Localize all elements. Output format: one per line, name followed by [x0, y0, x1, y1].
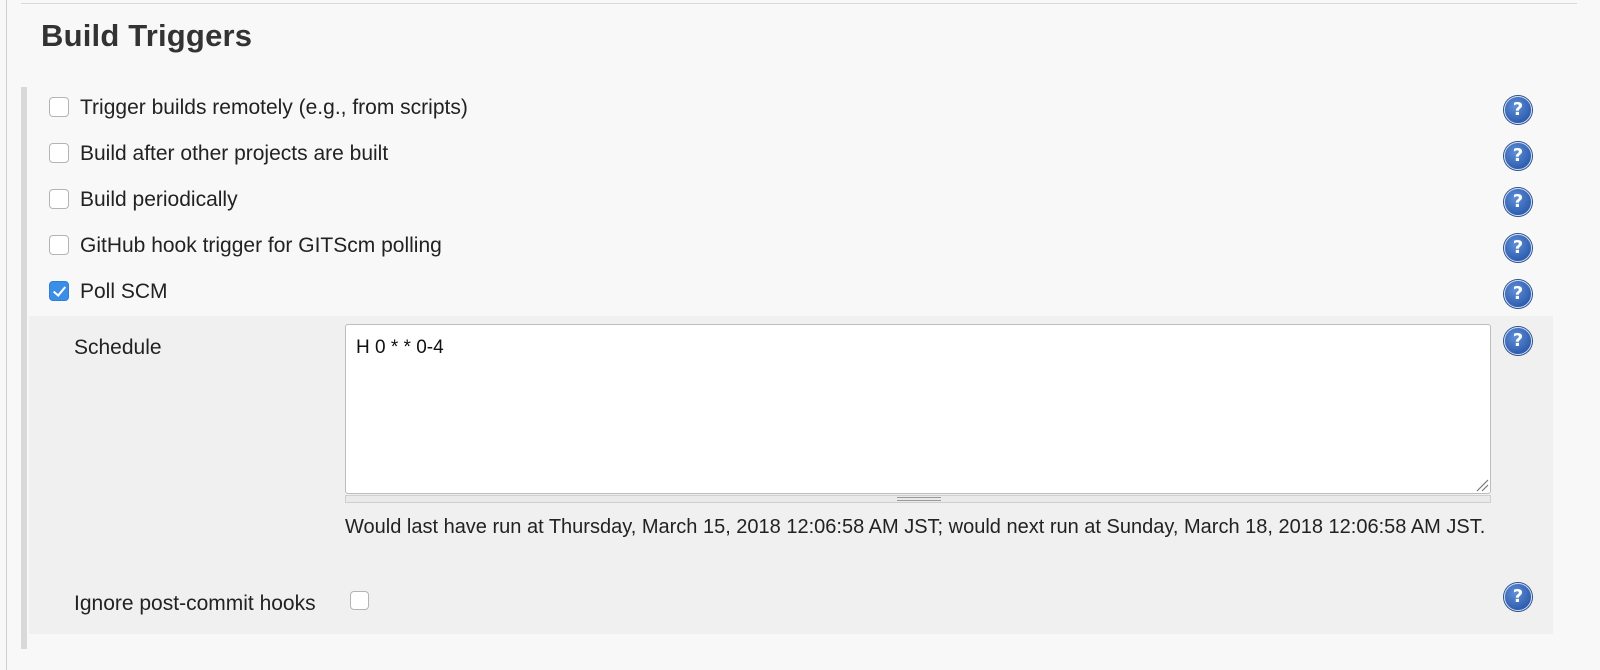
trigger-github-hook-row[interactable]: GitHub hook trigger for GITScm polling [29, 226, 1589, 264]
resize-handle-icon[interactable] [897, 497, 941, 501]
trigger-poll-scm-label[interactable]: Poll SCM [80, 280, 168, 304]
build-triggers-panel: Build Triggers Trigger builds remotely (… [6, 0, 1600, 670]
help-icon[interactable]: ? [1504, 234, 1532, 262]
trigger-remote-checkbox[interactable] [49, 97, 69, 117]
help-icon[interactable]: ? [1504, 583, 1532, 611]
section-title: Build Triggers [41, 18, 253, 53]
help-icon[interactable]: ? [1504, 188, 1532, 216]
help-icon[interactable]: ? [1504, 96, 1532, 124]
trigger-after-other-row[interactable]: Build after other projects are built [29, 134, 1589, 172]
ignore-post-commit-hooks-checkbox[interactable] [350, 591, 369, 610]
trigger-poll-scm-row[interactable]: Poll SCM [29, 272, 1589, 310]
trigger-periodic-label[interactable]: Build periodically [80, 188, 238, 212]
trigger-github-hook-checkbox[interactable] [49, 235, 69, 255]
trigger-periodic-row[interactable]: Build periodically [29, 180, 1589, 218]
trigger-periodic-checkbox[interactable] [49, 189, 69, 209]
help-icon[interactable]: ? [1504, 327, 1532, 355]
ignore-post-commit-hooks-label: Ignore post-commit hooks [74, 592, 316, 615]
help-icon[interactable]: ? [1504, 142, 1532, 170]
schedule-input[interactable]: H 0 * * 0-4 [345, 324, 1491, 494]
trigger-poll-scm-checkbox[interactable] [49, 281, 69, 301]
trigger-after-other-checkbox[interactable] [49, 143, 69, 163]
trigger-github-hook-label[interactable]: GitHub hook trigger for GITScm polling [80, 234, 442, 258]
trigger-remote-row[interactable]: Trigger builds remotely (e.g., from scri… [29, 88, 1589, 126]
resize-grip-icon[interactable] [1475, 478, 1489, 492]
textarea-resize-bar[interactable] [345, 495, 1491, 503]
help-icon[interactable]: ? [1504, 280, 1532, 308]
schedule-label: Schedule [74, 336, 162, 359]
schedule-info-text: Would last have run at Thursday, March 1… [345, 516, 1486, 538]
trigger-after-other-label[interactable]: Build after other projects are built [80, 142, 388, 166]
top-divider [21, 3, 1577, 4]
section-indent-bar [21, 87, 27, 649]
trigger-remote-label[interactable]: Trigger builds remotely (e.g., from scri… [80, 96, 468, 120]
